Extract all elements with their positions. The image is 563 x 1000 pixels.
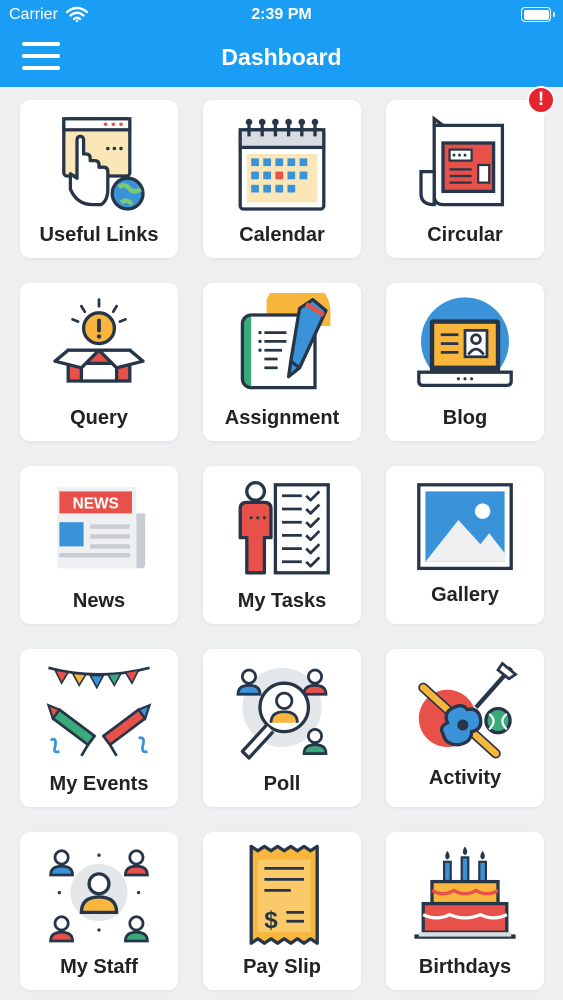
activity-icon	[418, 661, 518, 759]
tile-label: Activity	[428, 767, 502, 789]
poll-icon	[236, 667, 328, 760]
blog-icon	[417, 297, 513, 388]
tile-query[interactable]: Query	[20, 283, 178, 441]
tile-assignment[interactable]: Assignment	[203, 283, 361, 441]
tile-label: My Events	[49, 773, 149, 795]
news-icon-text: NEWS	[73, 495, 119, 512]
query-icon	[53, 298, 145, 383]
menu-button[interactable]	[22, 42, 62, 74]
pay-slip-icon-text: $	[264, 907, 278, 934]
tile-calendar[interactable]: Calendar	[203, 100, 361, 258]
circular-notification-badge: !	[527, 86, 555, 114]
status-bar: Carrier 2:39 PM	[0, 0, 563, 30]
tile-news[interactable]: NEWS News	[20, 466, 178, 624]
my-tasks-icon	[238, 480, 330, 575]
dashboard-grid: Useful Links Calendar Circular Query Ass…	[0, 86, 563, 1000]
my-events-icon	[46, 666, 152, 757]
tile-label: Poll	[263, 773, 301, 795]
tile-my-events[interactable]: My Events	[20, 649, 178, 807]
tile-label: Birthdays	[418, 956, 512, 978]
tile-label: Query	[70, 407, 128, 429]
circular-icon	[419, 115, 505, 207]
battery-icon	[521, 7, 555, 22]
tile-my-tasks[interactable]: My Tasks	[203, 466, 361, 624]
page-title: Dashboard	[221, 44, 342, 70]
tile-label: Circular	[427, 224, 503, 246]
tile-blog[interactable]: Blog	[386, 283, 544, 441]
tile-label: News	[72, 590, 126, 612]
useful-links-icon	[62, 117, 145, 211]
my-staff-icon	[49, 849, 149, 943]
birthdays-icon	[414, 846, 516, 939]
tile-pay-slip[interactable]: $ Pay Slip	[203, 832, 361, 990]
news-icon: NEWS	[57, 487, 146, 569]
calendar-icon	[238, 118, 326, 211]
tile-label: My Staff	[60, 956, 138, 978]
pay-slip-icon: $	[249, 844, 319, 945]
tile-birthdays[interactable]: Birthdays	[386, 832, 544, 990]
tile-label: Assignment	[224, 407, 340, 429]
status-time: 2:39 PM	[251, 6, 312, 23]
tile-useful-links[interactable]: Useful Links	[20, 100, 178, 258]
tile-gallery[interactable]: Gallery	[386, 466, 544, 624]
tile-label: Useful Links	[39, 224, 159, 246]
tile-label: My Tasks	[237, 590, 327, 612]
tile-activity[interactable]: Activity	[386, 649, 544, 807]
tile-circular[interactable]: Circular	[386, 100, 544, 258]
assignment-icon	[240, 293, 331, 390]
tile-my-staff[interactable]: My Staff	[20, 832, 178, 990]
tile-label: Pay Slip	[243, 956, 321, 978]
tile-label: Gallery	[431, 584, 499, 606]
tile-label: Blog	[442, 407, 488, 429]
tile-poll[interactable]: Poll	[203, 649, 361, 807]
tile-label: Calendar	[239, 224, 325, 246]
gallery-icon	[417, 483, 513, 571]
nav-bar: Dashboard	[0, 30, 563, 87]
